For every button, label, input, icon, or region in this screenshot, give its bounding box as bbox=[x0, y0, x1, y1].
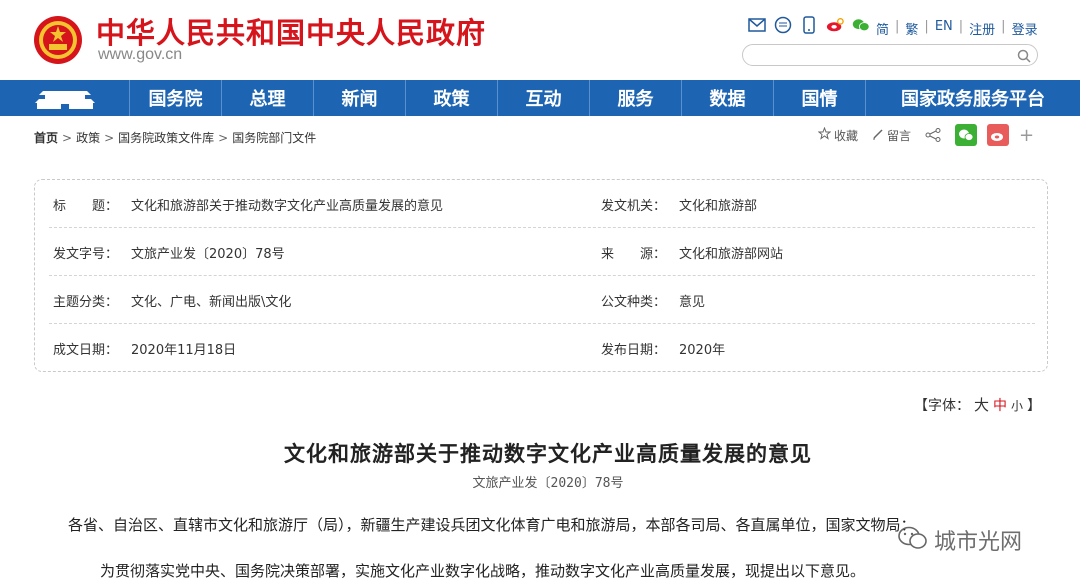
link-login[interactable]: 登录 bbox=[1012, 19, 1038, 38]
star-icon bbox=[817, 126, 832, 143]
info-row: 成文日期： 2020年11月18日 发布日期： 2020年 bbox=[49, 324, 1035, 372]
link-register[interactable]: 注册 bbox=[969, 19, 995, 38]
breadcrumb-home[interactable]: 首页 bbox=[34, 129, 58, 146]
pencil-icon bbox=[872, 128, 884, 143]
watermark-text: 城市光网 bbox=[934, 530, 1023, 555]
font-switch-suffix: 】 bbox=[1027, 398, 1042, 414]
wechat-share-icon[interactable] bbox=[955, 124, 978, 146]
font-size-switch: 【字体： 大 中 小 】 bbox=[914, 394, 1041, 415]
breadcrumb-dept-files[interactable]: 国务院部门文件 bbox=[232, 129, 316, 146]
nav-item-news[interactable]: 新闻 bbox=[314, 80, 406, 116]
info-label: 发布日期： bbox=[601, 343, 667, 358]
nav-item-state-council[interactable]: 国务院 bbox=[130, 80, 222, 116]
watermark: 城市光网 bbox=[898, 524, 1022, 556]
favorite-label: 收藏 bbox=[834, 128, 859, 143]
info-label: 发文机关： bbox=[601, 199, 667, 214]
nav-item-national-info[interactable]: 国情 bbox=[774, 80, 866, 116]
info-value: 文化和旅游部关于推动数字文化产业高质量发展的意见 bbox=[131, 199, 444, 214]
info-value: 2020年11月18日 bbox=[131, 343, 237, 358]
separator: | bbox=[958, 19, 964, 34]
separator: | bbox=[895, 19, 900, 34]
separator: | bbox=[1001, 19, 1006, 34]
nav-item-premier[interactable]: 总理 bbox=[222, 80, 314, 116]
nav-item-services[interactable]: 服务 bbox=[590, 80, 682, 116]
search-box bbox=[742, 44, 1038, 66]
wechat-watermark-icon bbox=[898, 525, 928, 555]
search-icon[interactable] bbox=[1017, 48, 1031, 63]
tiananmen-icon[interactable] bbox=[0, 80, 130, 116]
weibo-share-icon[interactable] bbox=[987, 124, 1010, 146]
link-english[interactable]: EN bbox=[935, 19, 953, 38]
message-icon[interactable] bbox=[774, 16, 792, 34]
info-value: 2020年 bbox=[679, 343, 726, 358]
separator: | bbox=[924, 19, 929, 34]
chevron-right-icon: > bbox=[62, 130, 73, 145]
info-value: 文化和旅游部网站 bbox=[679, 247, 784, 262]
article-title: 文化和旅游部关于推动数字文化产业高质量发展的意见 bbox=[284, 441, 812, 466]
share-icon[interactable] bbox=[925, 128, 941, 142]
link-traditional[interactable]: 繁 bbox=[905, 19, 918, 38]
main-nav: 国务院 总理 新闻 政策 互动 服务 数据 国情 国家政务服务平台 bbox=[0, 80, 1080, 116]
breadcrumb-policy-library[interactable]: 国务院政策文件库 bbox=[118, 129, 214, 146]
chevron-right-icon: > bbox=[104, 130, 115, 145]
nav-item-policy[interactable]: 政策 bbox=[406, 80, 498, 116]
comment-button[interactable]: 留言 bbox=[872, 127, 911, 144]
info-value: 文化、广电、新闻出版\文化 bbox=[131, 295, 292, 310]
top-icons bbox=[748, 16, 870, 34]
nav-item-interaction[interactable]: 互动 bbox=[498, 80, 590, 116]
breadcrumb: 首页 > 政策 > 国务院政策文件库 > 国务院部门文件 bbox=[34, 129, 316, 146]
favorite-button[interactable]: 收藏 bbox=[817, 126, 859, 144]
wechat-icon[interactable] bbox=[852, 16, 870, 34]
site-header: 中华人民共和国中央人民政府 www.gov.cn 简 | 繁 | EN | 注册… bbox=[0, 0, 1080, 80]
more-share-icon[interactable]: + bbox=[1019, 125, 1034, 146]
article-paragraph: 各省、自治区、直辖市文化和旅游厅（局），新疆生产建设兵团文化体育广电和旅游局，本… bbox=[68, 516, 916, 534]
document-info-table: 标 题： 文化和旅游部关于推动数字文化产业高质量发展的意见 发文机关： 文化和旅… bbox=[34, 179, 1048, 372]
font-large-button[interactable]: 大 bbox=[974, 394, 989, 415]
language-links: 简 | 繁 | EN | 注册 | 登录 bbox=[876, 19, 1038, 38]
info-label: 成文日期： bbox=[53, 343, 119, 358]
nav-item-data[interactable]: 数据 bbox=[682, 80, 774, 116]
info-label: 发文字号： bbox=[53, 247, 119, 262]
font-switch-prefix: 【字体： bbox=[914, 398, 970, 414]
nav-item-service-platform[interactable]: 国家政务服务平台 bbox=[866, 80, 1080, 116]
font-medium-button[interactable]: 中 bbox=[993, 395, 1007, 415]
info-label: 主题分类： bbox=[53, 295, 119, 310]
info-row: 发文字号： 文旅产业发〔2020〕78号 来 源： 文化和旅游部网站 bbox=[49, 228, 1035, 276]
search-input[interactable] bbox=[753, 46, 1013, 66]
info-row: 标 题： 文化和旅游部关于推动数字文化产业高质量发展的意见 发文机关： 文化和旅… bbox=[49, 180, 1035, 228]
info-value: 文旅产业发〔2020〕78号 bbox=[131, 247, 285, 262]
info-label: 来 源： bbox=[601, 247, 667, 262]
info-label: 公文种类： bbox=[601, 295, 667, 310]
info-value: 意见 bbox=[679, 295, 706, 310]
info-row: 主题分类： 文化、广电、新闻出版\文化 公文种类： 意见 bbox=[49, 276, 1035, 324]
national-emblem-logo[interactable] bbox=[32, 14, 84, 66]
breadcrumb-policy[interactable]: 政策 bbox=[76, 129, 100, 146]
link-simplified[interactable]: 简 bbox=[876, 19, 889, 38]
mobile-icon[interactable] bbox=[800, 16, 818, 34]
site-url: www.gov.cn bbox=[98, 46, 183, 63]
info-value: 文化和旅游部 bbox=[679, 199, 758, 214]
info-label: 标 题： bbox=[53, 199, 119, 214]
share-bar: 收藏 留言 + bbox=[817, 124, 1034, 146]
chevron-right-icon: > bbox=[218, 130, 229, 145]
font-small-button[interactable]: 小 bbox=[1011, 397, 1023, 414]
weibo-icon[interactable] bbox=[826, 16, 844, 34]
comment-label: 留言 bbox=[887, 128, 912, 143]
article-paragraph: 为贯彻落实党中央、国务院决策部署，实施文化产业数字化战略，推动数字文化产业高质量… bbox=[100, 562, 866, 580]
document-number: 文旅产业发〔2020〕78号 bbox=[472, 476, 624, 491]
mail-icon[interactable] bbox=[748, 16, 766, 34]
